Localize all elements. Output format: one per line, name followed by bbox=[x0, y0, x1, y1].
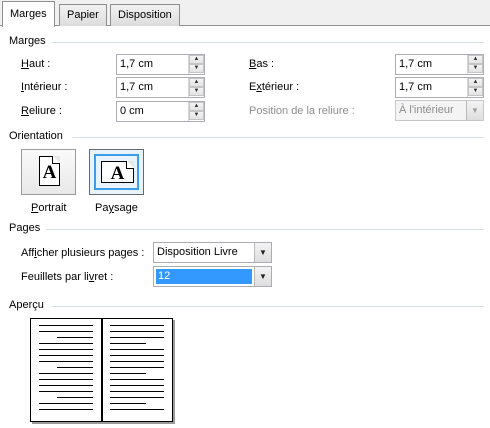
sheets-per-booklet-label: Feuillets par livret : bbox=[21, 271, 114, 283]
spin-up-icon[interactable]: ▲ bbox=[468, 78, 483, 87]
preview-text-line bbox=[39, 349, 93, 350]
preview-text-line bbox=[39, 331, 93, 332]
preview-text-line bbox=[110, 385, 164, 386]
spin-down-icon[interactable]: ▼ bbox=[468, 64, 483, 73]
landscape-button[interactable]: A bbox=[89, 149, 144, 195]
preview-text-line bbox=[110, 409, 164, 410]
preview-text-line bbox=[110, 331, 164, 332]
spin-up-icon[interactable]: ▲ bbox=[189, 55, 204, 64]
outer-margin-spinbox[interactable]: 1,7 cm ▲ ▼ bbox=[395, 77, 484, 98]
preview-text-line bbox=[110, 403, 146, 404]
preview-text-line bbox=[110, 337, 164, 338]
preview-section-title: Aperçu bbox=[9, 299, 44, 311]
preview-separator bbox=[52, 306, 484, 307]
spin-down-icon[interactable]: ▼ bbox=[189, 111, 204, 120]
dropdown-arrow-icon[interactable]: ▼ bbox=[254, 243, 271, 262]
dropdown-arrow-icon: ▼ bbox=[466, 101, 483, 120]
preview-text-line bbox=[57, 397, 93, 398]
spin-down-icon[interactable]: ▼ bbox=[468, 87, 483, 96]
preview-text-line bbox=[110, 349, 164, 350]
orientation-section-title: Orientation bbox=[9, 130, 63, 142]
spin-down-icon[interactable]: ▼ bbox=[189, 64, 204, 73]
top-margin-value[interactable]: 1,7 cm bbox=[120, 58, 153, 70]
inner-margin-label: Intérieur : bbox=[21, 81, 68, 93]
multiple-pages-select[interactable]: Disposition Livre ▼ bbox=[153, 242, 272, 263]
spin-up-icon[interactable]: ▲ bbox=[468, 55, 483, 64]
sheets-per-booklet-value[interactable]: 12 bbox=[156, 269, 252, 284]
bottom-margin-spinbox[interactable]: 1,7 cm ▲ ▼ bbox=[395, 54, 484, 75]
landscape-label: Paysage bbox=[95, 202, 138, 214]
preview-text-line bbox=[110, 325, 164, 326]
bottom-margin-value[interactable]: 1,7 cm bbox=[399, 58, 432, 70]
preview-text-line bbox=[110, 373, 146, 374]
preview-text-line bbox=[39, 379, 93, 380]
preview-text-line bbox=[39, 325, 93, 326]
multiple-pages-value[interactable]: Disposition Livre bbox=[157, 246, 238, 258]
preview-text-line bbox=[57, 367, 93, 368]
preview-text-line bbox=[110, 343, 146, 344]
multiple-pages-label: Afficher plusieurs pages : bbox=[21, 247, 145, 259]
preview-text-line bbox=[39, 391, 93, 392]
top-margin-label: Haut : bbox=[21, 58, 51, 70]
margins-separator bbox=[52, 42, 484, 43]
preview-text-line bbox=[110, 355, 164, 356]
outer-margin-label: Extérieur : bbox=[249, 81, 300, 93]
gutter-position-label: Position de la reliure : bbox=[249, 105, 355, 117]
preview-text-line bbox=[110, 367, 164, 368]
preview-text-line bbox=[110, 397, 164, 398]
preview-text-line bbox=[39, 385, 93, 386]
orientation-separator bbox=[72, 137, 484, 138]
gutter-position-value: À l'intérieur bbox=[399, 104, 454, 116]
margins-section-title: Marges bbox=[9, 35, 46, 47]
preview-text-line bbox=[110, 361, 164, 362]
gutter-value[interactable]: 0 cm bbox=[120, 105, 144, 117]
preview-spine bbox=[101, 319, 103, 421]
preview-text-line bbox=[57, 337, 93, 338]
preview-booklet bbox=[30, 318, 173, 422]
tab-strip: Marges Papier Disposition bbox=[0, 0, 490, 27]
pages-section-title: Pages bbox=[9, 222, 41, 234]
gutter-label: Reliure : bbox=[21, 105, 62, 117]
portrait-button[interactable]: A bbox=[21, 149, 76, 195]
gutter-spinbox[interactable]: 0 cm ▲ ▼ bbox=[116, 101, 205, 122]
sheets-per-booklet-select[interactable]: 12 ▼ bbox=[153, 266, 272, 287]
preview-text-line bbox=[39, 343, 93, 344]
preview-text-line bbox=[39, 409, 93, 410]
portrait-page-icon: A bbox=[39, 156, 60, 186]
dropdown-arrow-icon[interactable]: ▼ bbox=[254, 267, 271, 286]
preview-text-line bbox=[39, 355, 93, 356]
tab-disposition[interactable]: Disposition bbox=[110, 4, 180, 26]
landscape-page-icon: A bbox=[101, 161, 134, 184]
spin-down-icon[interactable]: ▼ bbox=[189, 87, 204, 96]
bottom-margin-label: Bas : bbox=[249, 58, 275, 70]
spin-up-icon[interactable]: ▲ bbox=[189, 78, 204, 87]
gutter-position-select: À l'intérieur ▼ bbox=[395, 100, 484, 121]
portrait-label: Portrait bbox=[31, 202, 67, 214]
preview-text-line bbox=[110, 379, 164, 380]
preview-text-line bbox=[39, 373, 93, 374]
spin-up-icon[interactable]: ▲ bbox=[189, 102, 204, 111]
preview-text-line bbox=[39, 403, 93, 404]
top-margin-spinbox[interactable]: 1,7 cm ▲ ▼ bbox=[116, 54, 205, 75]
inner-margin-spinbox[interactable]: 1,7 cm ▲ ▼ bbox=[116, 77, 205, 98]
inner-margin-value[interactable]: 1,7 cm bbox=[120, 81, 153, 93]
preview-text-line bbox=[110, 391, 164, 392]
preview-text-line bbox=[39, 361, 93, 362]
tab-papier[interactable]: Papier bbox=[59, 4, 107, 26]
pages-separator bbox=[46, 229, 484, 230]
tab-marges[interactable]: Marges bbox=[2, 1, 55, 27]
outer-margin-value[interactable]: 1,7 cm bbox=[399, 81, 432, 93]
